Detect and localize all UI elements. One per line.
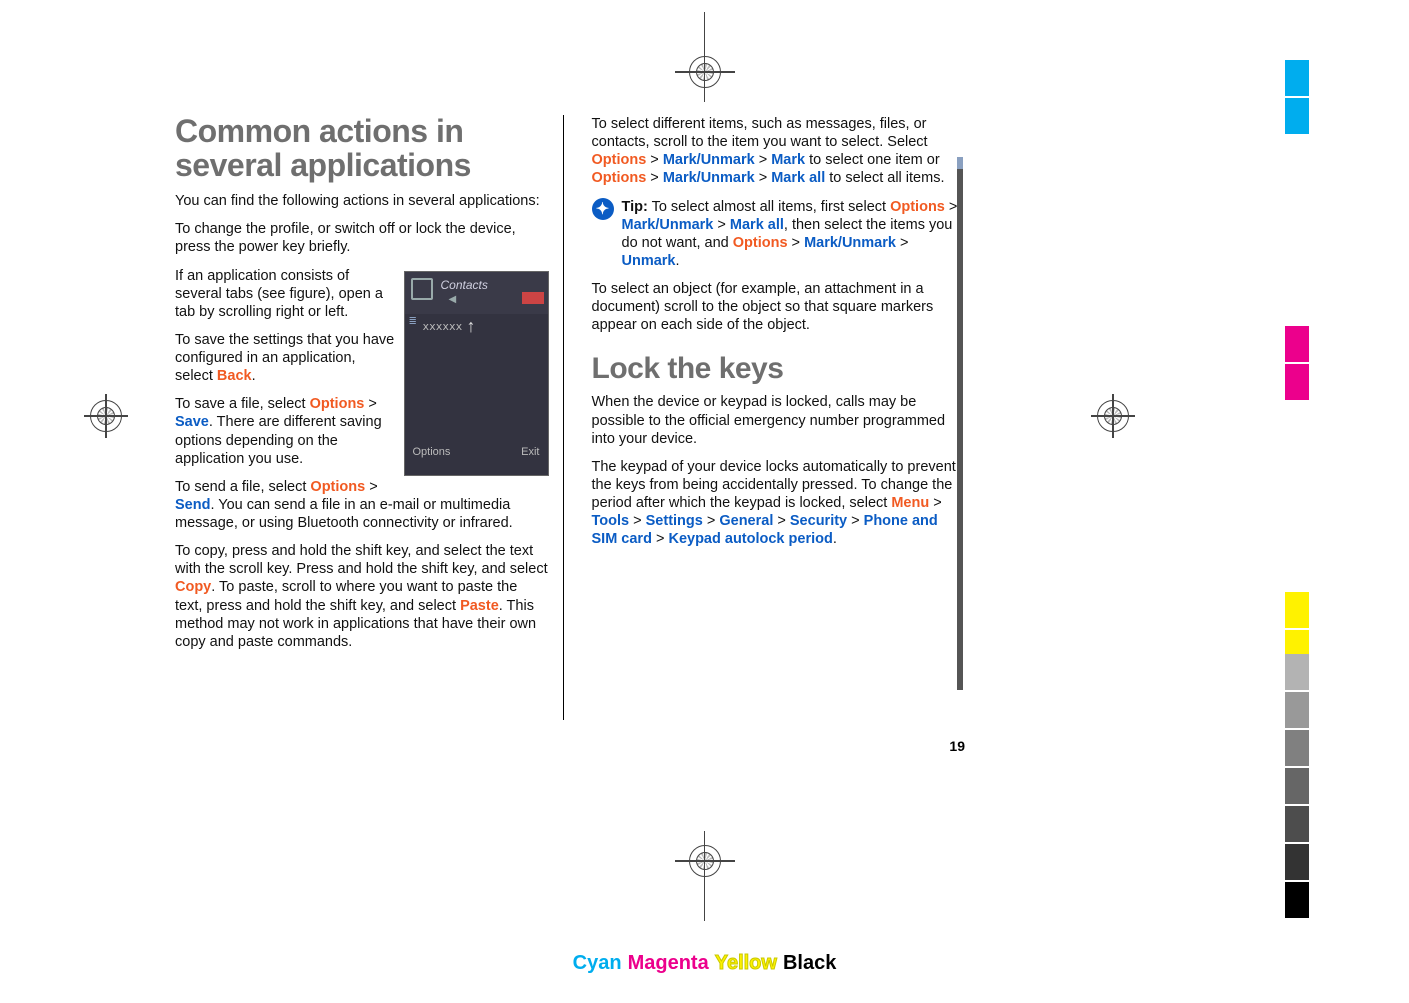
page-number: 19: [949, 738, 965, 754]
ui-label-security: Security: [790, 513, 847, 529]
swatch: [1285, 592, 1309, 628]
swatch: [1285, 364, 1309, 400]
ui-label-keypad-autolock: Keypad autolock period: [668, 531, 832, 547]
cmyk-label: CyanCyan MagentaMagenta YellowYellow Bla…: [573, 952, 837, 975]
signal-icon: [522, 292, 544, 304]
body-text: To select different items, such as messa…: [592, 115, 966, 188]
ui-label-tools: Tools: [592, 513, 630, 529]
heading-lock-keys: Lock the keys: [592, 352, 966, 385]
ui-label-mark-all: Mark all: [771, 170, 825, 186]
ui-label-paste: Paste: [460, 598, 499, 614]
grey-tabs: [1285, 654, 1309, 920]
body-text: The keypad of your device locks automati…: [592, 458, 966, 549]
swatch: [1285, 654, 1309, 690]
ui-label-send: Send: [175, 497, 210, 513]
ui-label-mark-unmark: Mark/Unmark: [663, 170, 755, 186]
registration-mark-bottom: [689, 845, 721, 923]
registration-mark-right: [1097, 400, 1129, 432]
body-text: To select an object (for example, an att…: [592, 280, 966, 334]
contacts-app-icon: [411, 278, 433, 300]
swatch: [1285, 882, 1309, 918]
body-text: You can find the following actions in se…: [175, 192, 549, 210]
figure-title: Contacts: [441, 278, 488, 292]
ui-label-options: Options: [890, 199, 945, 215]
softkey-options: Options: [413, 446, 451, 458]
ui-label-options: Options: [310, 396, 365, 412]
screenshot-figure: Contacts ◀ ≣ xxxxxx ↑ Options Exit: [404, 271, 549, 476]
color-tabs: [1285, 60, 1309, 668]
body-text: To copy, press and hold the shift key, a…: [175, 542, 549, 651]
tip-icon: ✦: [592, 198, 614, 220]
swatch: [1285, 806, 1309, 842]
ui-label-mark-unmark: Mark/Unmark: [622, 217, 714, 233]
ui-label-back: Back: [217, 368, 252, 384]
ui-label-mark-unmark: Mark/Unmark: [663, 152, 755, 168]
ui-label-save: Save: [175, 414, 209, 430]
ui-label-general: General: [719, 513, 773, 529]
ui-label-copy: Copy: [175, 579, 211, 595]
registration-mark-left: [90, 400, 122, 432]
ui-label-unmark: Unmark: [622, 253, 676, 269]
ui-label-mark-all: Mark all: [730, 217, 784, 233]
ui-label-menu: Menu: [891, 495, 929, 511]
swatch: [1285, 326, 1309, 362]
swatch: [1285, 98, 1309, 134]
swatch: [1285, 730, 1309, 766]
ui-label-options: Options: [592, 152, 647, 168]
tip-block: ✦ Tip: To select almost all items, first…: [592, 198, 966, 271]
left-column: Common actions in several applications Y…: [175, 115, 564, 720]
tip-text: Tip: To select almost all items, first s…: [622, 198, 966, 271]
black-label: Black: [783, 952, 836, 974]
swatch: [1285, 60, 1309, 96]
ui-label-options: Options: [733, 235, 788, 251]
body-text: When the device or keypad is locked, cal…: [592, 393, 966, 447]
ui-label-mark: Mark: [771, 152, 805, 168]
softkey-exit: Exit: [521, 446, 539, 458]
page-content: Common actions in several applications Y…: [175, 115, 965, 720]
swatch: [1285, 768, 1309, 804]
ui-label-settings: Settings: [646, 513, 703, 529]
heading-common-actions: Common actions in several applications: [175, 115, 549, 182]
ui-label-options: Options: [592, 170, 647, 186]
signal-bars-icon: ≣: [409, 316, 417, 327]
body-text: To send a file, select Options > Send. Y…: [175, 478, 549, 532]
scrollbar: [957, 157, 963, 690]
ui-label-options: Options: [310, 479, 365, 495]
registration-mark-top: [689, 10, 721, 88]
contact-entry: xxxxxx: [423, 320, 463, 333]
swatch: [1285, 844, 1309, 880]
body-text: To change the profile, or switch off or …: [175, 220, 549, 256]
swatch: [1285, 692, 1309, 728]
right-column: To select different items, such as messa…: [592, 115, 966, 720]
up-arrow-icon: ↑: [467, 316, 476, 337]
ui-label-mark-unmark: Mark/Unmark: [804, 235, 896, 251]
left-arrow-icon: ◀: [449, 294, 457, 305]
